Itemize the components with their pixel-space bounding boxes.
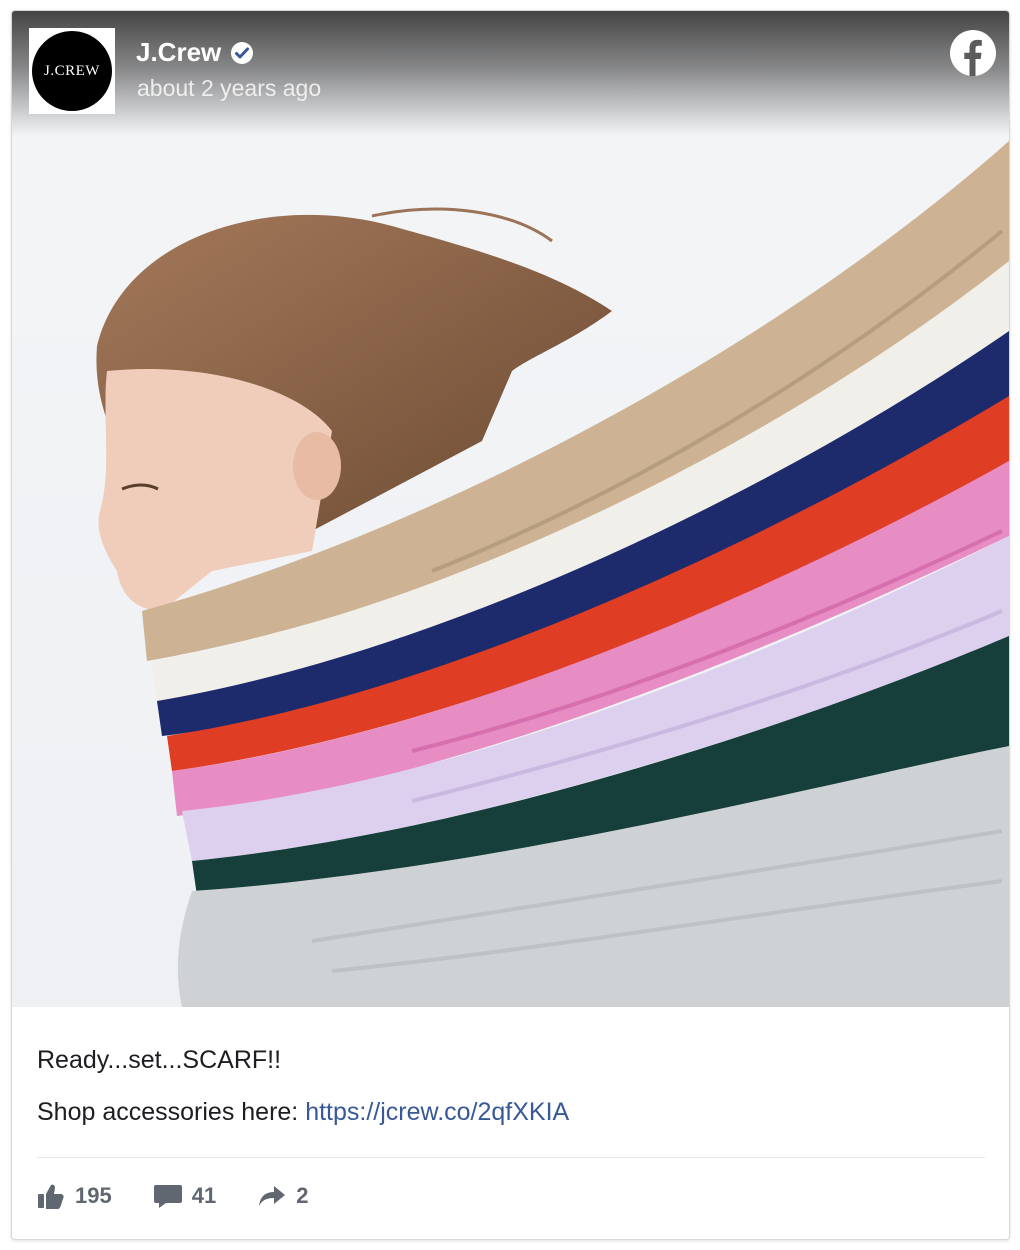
comment-count: 41 xyxy=(191,1183,217,1208)
post-timestamp[interactable]: about 2 years ago xyxy=(137,75,321,102)
post-photo[interactable] xyxy=(12,11,1009,1007)
like-stat[interactable]: 195 xyxy=(37,1183,112,1209)
facebook-icon[interactable] xyxy=(949,29,997,77)
page-name[interactable]: J.Crew xyxy=(136,37,221,68)
share-count: 2 xyxy=(296,1183,309,1208)
comment-icon xyxy=(153,1183,182,1209)
shop-line: Shop accessories here: https://jcrew.co/… xyxy=(37,1098,569,1127)
post-caption: Ready...set...SCARF!! xyxy=(37,1046,282,1074)
post-card: J.CREW J.Crew about 2 years ago Ready...… xyxy=(11,10,1010,1240)
avatar-logo-text: J.CREW xyxy=(32,31,112,111)
shop-prefix: Shop accessories here: xyxy=(37,1098,306,1126)
share-stat[interactable]: 2 xyxy=(258,1183,308,1209)
photo-illustration xyxy=(96,141,1009,1007)
thumbs-up-icon xyxy=(37,1183,65,1209)
engagement-stats: 195 41 2 xyxy=(37,1183,350,1209)
verified-badge-icon xyxy=(229,40,255,66)
divider xyxy=(37,1157,985,1158)
shop-link[interactable]: https://jcrew.co/2qfXKIA xyxy=(305,1098,569,1126)
share-arrow-icon xyxy=(258,1184,286,1208)
page-avatar[interactable]: J.CREW xyxy=(29,28,115,114)
header-overlay xyxy=(12,11,1009,136)
like-count: 195 xyxy=(75,1183,112,1208)
page-name-row: J.Crew xyxy=(136,37,255,68)
comment-stat[interactable]: 41 xyxy=(153,1183,217,1209)
